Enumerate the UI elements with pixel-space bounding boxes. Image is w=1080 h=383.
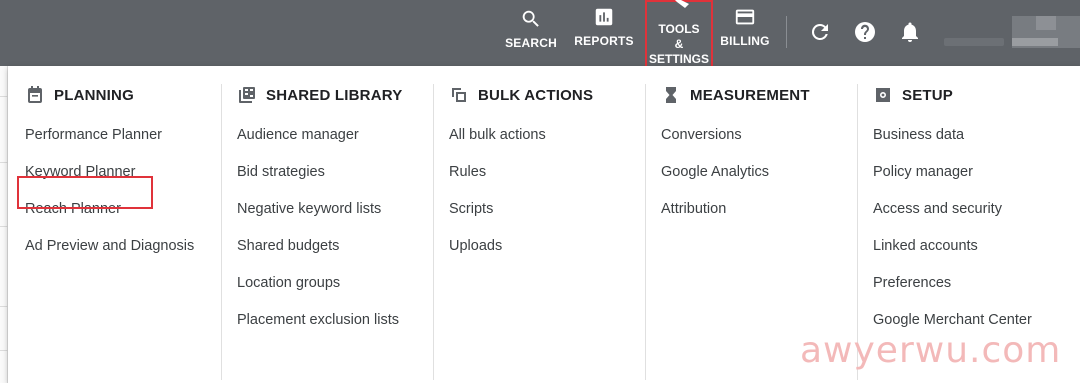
column-divider (433, 84, 434, 380)
bell-icon (902, 22, 918, 42)
tools-label-line3: SETTINGS (648, 52, 709, 66)
column-divider (221, 84, 222, 380)
top-navigation-bar: SEARCH REPORTS TOOLS & SETTINGS BILLING (0, 0, 1080, 68)
menu-item-negative-keyword-lists[interactable]: Negative keyword lists (237, 201, 433, 238)
account-avatar-detail (1036, 16, 1056, 30)
menu-item-shared-budgets[interactable]: Shared budgets (237, 238, 433, 275)
bulk-actions-title: BULK ACTIONS (478, 86, 594, 104)
refresh-button[interactable] (808, 20, 832, 44)
tools-label-line2: & (674, 37, 684, 51)
wrench-icon (675, 0, 689, 8)
menu-item-location-groups[interactable]: Location groups (237, 275, 433, 312)
menu-item-scripts[interactable]: Scripts (449, 201, 645, 238)
notifications-button[interactable] (898, 20, 922, 44)
menu-item-linked-accounts[interactable]: Linked accounts (873, 238, 1073, 275)
bulk-actions-header: BULK ACTIONS (449, 84, 645, 106)
tools-and-settings-button[interactable]: TOOLS & SETTINGS (645, 0, 713, 68)
shared-library-header: SHARED LIBRARY (237, 84, 433, 106)
keyword-planner-highlight (17, 176, 153, 209)
billing-label: BILLING (720, 34, 770, 48)
menu-item-preferences[interactable]: Preferences (873, 275, 1073, 312)
menu-item-audience-manager[interactable]: Audience manager (237, 127, 433, 164)
shared-library-column: SHARED LIBRARY Audience manager Bid stra… (237, 84, 433, 380)
menu-item-all-bulk-actions[interactable]: All bulk actions (449, 127, 645, 164)
menu-item-bid-strategies[interactable]: Bid strategies (237, 164, 433, 201)
search-label: SEARCH (505, 36, 557, 50)
credit-card-icon (735, 9, 755, 25)
help-button[interactable] (853, 20, 877, 44)
measurement-title: MEASUREMENT (690, 86, 810, 104)
menu-item-policy-manager[interactable]: Policy manager (873, 164, 1073, 201)
tools-label-line1: TOOLS (658, 22, 700, 36)
toolbar-divider (786, 16, 787, 48)
menu-item-uploads[interactable]: Uploads (449, 238, 645, 275)
account-name-blurred (1012, 38, 1058, 46)
account-info-blurred (944, 38, 1004, 46)
reports-label: REPORTS (574, 34, 634, 48)
billing-button[interactable]: BILLING (720, 6, 770, 58)
planning-header: PLANNING (25, 84, 221, 106)
bulk-actions-column: BULK ACTIONS All bulk actions Rules Scri… (449, 84, 645, 380)
menu-item-performance-planner[interactable]: Performance Planner (25, 127, 221, 164)
menu-item-business-data[interactable]: Business data (873, 127, 1073, 164)
library-icon (237, 85, 257, 105)
menu-item-conversions[interactable]: Conversions (661, 127, 857, 164)
menu-item-ad-preview-and-diagnosis[interactable]: Ad Preview and Diagnosis (25, 238, 221, 275)
background-page-edge (0, 66, 8, 383)
menu-item-rules[interactable]: Rules (449, 164, 645, 201)
bar-chart-icon (595, 8, 613, 26)
help-icon (855, 22, 875, 42)
gear-box-icon (873, 85, 893, 105)
search-button[interactable]: SEARCH (505, 8, 557, 60)
hourglass-icon (661, 85, 681, 105)
setup-header: SETUP (873, 84, 1073, 106)
watermark-text: awyerwu.com (800, 330, 1062, 371)
reports-button[interactable]: REPORTS (574, 6, 634, 58)
shared-library-title: SHARED LIBRARY (266, 86, 403, 104)
menu-item-google-analytics[interactable]: Google Analytics (661, 164, 857, 201)
search-icon (522, 10, 539, 27)
copy-icon (449, 85, 469, 105)
measurement-header: MEASUREMENT (661, 84, 857, 106)
setup-title: SETUP (902, 86, 954, 104)
planning-column: PLANNING Performance Planner Keyword Pla… (25, 84, 221, 380)
column-divider (645, 84, 646, 380)
refresh-icon (811, 23, 828, 40)
planning-title: PLANNING (54, 86, 134, 104)
menu-item-placement-exclusion-lists[interactable]: Placement exclusion lists (237, 312, 433, 349)
menu-item-attribution[interactable]: Attribution (661, 201, 857, 238)
calendar-icon (25, 85, 45, 105)
menu-item-access-and-security[interactable]: Access and security (873, 201, 1073, 238)
